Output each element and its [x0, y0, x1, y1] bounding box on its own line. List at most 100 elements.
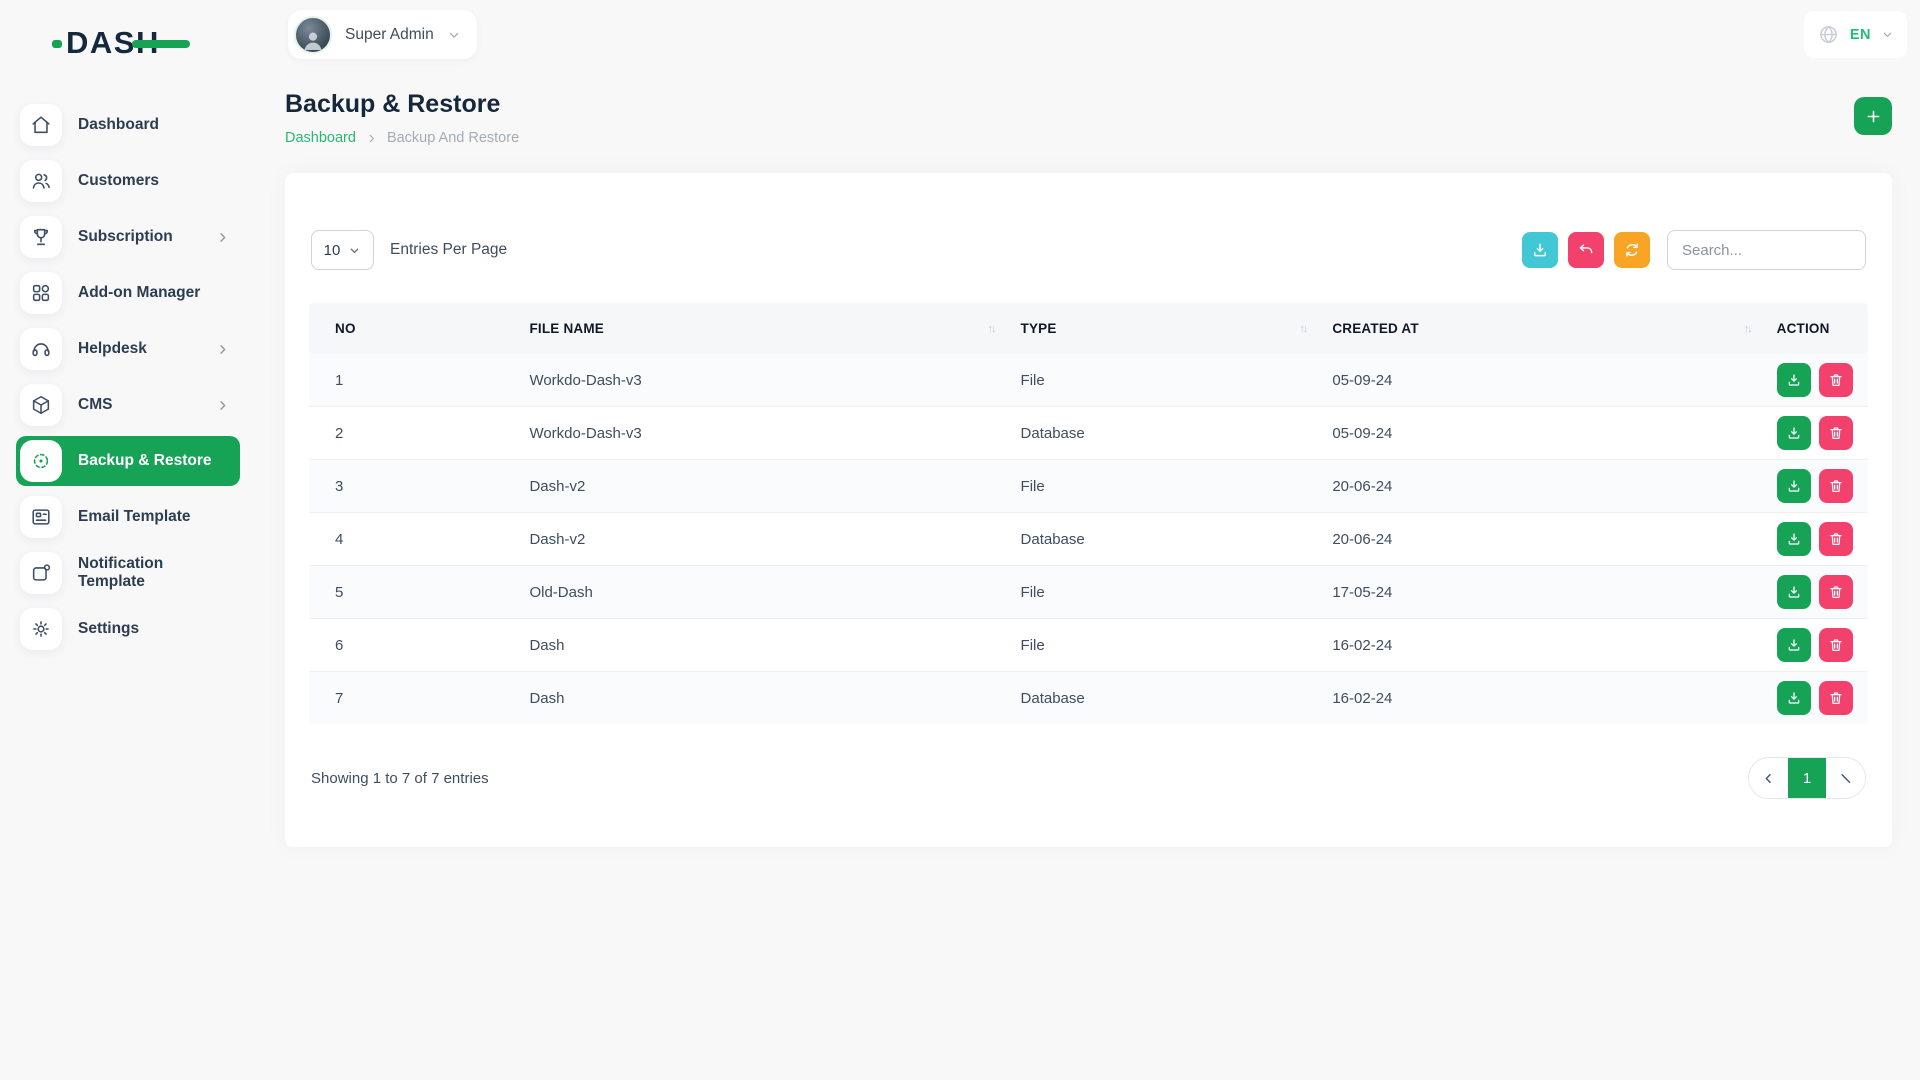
breadcrumb-dashboard-link[interactable]: Dashboard: [285, 130, 356, 146]
row-delete-button[interactable]: [1819, 363, 1853, 397]
language-selector[interactable]: EN: [1804, 11, 1907, 58]
download-icon: [1786, 690, 1802, 706]
app-logo[interactable]: DASH: [66, 26, 206, 60]
download-icon: [1786, 478, 1802, 494]
sidebar-item-label: Helpdesk: [78, 340, 147, 358]
trash-icon: [1828, 637, 1844, 653]
table-row: 6DashFile16-02-24: [309, 619, 1868, 672]
entries-per-page-value: 10: [324, 242, 341, 259]
breadcrumb-current: Backup And Restore: [387, 130, 519, 146]
cell-no: 1: [309, 354, 519, 407]
cell-type: Database: [1011, 407, 1323, 460]
refresh-button[interactable]: [1614, 232, 1650, 268]
grid-icon: [20, 272, 62, 314]
add-backup-button[interactable]: [1854, 97, 1892, 135]
row-download-button[interactable]: [1777, 681, 1811, 715]
sidebar-item-label: Notification Template: [78, 555, 230, 591]
pagination-next-button[interactable]: [1826, 758, 1865, 798]
sidebar-item-email-template[interactable]: Email Template: [16, 492, 240, 542]
sidebar-item-cms[interactable]: CMS: [16, 380, 240, 430]
table-row: 7DashDatabase16-02-24: [309, 672, 1868, 725]
cell-file-name: Workdo-Dash-v3: [519, 354, 1010, 407]
cell-no: 3: [309, 460, 519, 513]
sidebar-item-dashboard[interactable]: Dashboard: [16, 100, 240, 150]
row-download-button[interactable]: [1777, 363, 1811, 397]
sidebar-nav: Dashboard Customers Subscription Add-on Man…: [0, 100, 256, 654]
row-download-button[interactable]: [1777, 522, 1811, 556]
cell-no: 2: [309, 407, 519, 460]
column-header-file-name[interactable]: FILE NAME↑↓: [519, 303, 1010, 354]
download-icon: [1786, 637, 1802, 653]
sidebar-item-customers[interactable]: Customers: [16, 156, 240, 206]
table-row: 1Workdo-Dash-v3File05-09-24: [309, 354, 1868, 407]
download-icon: [1786, 425, 1802, 441]
download-icon: [1786, 531, 1802, 547]
sort-icon[interactable]: ↑↓: [1744, 323, 1751, 335]
chevron-down-icon: [348, 244, 361, 257]
cell-created-at: 05-09-24: [1322, 407, 1766, 460]
breadcrumb: Dashboard Backup And Restore: [285, 130, 519, 146]
row-delete-button[interactable]: [1819, 416, 1853, 450]
backup-table: NOFILE NAME↑↓TYPE↑↓CREATED AT↑↓ACTION 1W…: [309, 303, 1868, 724]
row-download-button[interactable]: [1777, 575, 1811, 609]
trophy-icon: [20, 216, 62, 258]
cell-type: Database: [1011, 513, 1323, 566]
sidebar-item-helpdesk[interactable]: Helpdesk: [16, 324, 240, 374]
sidebar-item-label: Backup & Restore: [78, 452, 212, 470]
cell-no: 7: [309, 672, 519, 725]
sidebar-item-label: Customers: [78, 172, 159, 190]
row-delete-button[interactable]: [1819, 575, 1853, 609]
sidebar-item-notification-template[interactable]: Notification Template: [16, 548, 240, 598]
row-delete-button[interactable]: [1819, 681, 1853, 715]
column-header-action: ACTION: [1767, 303, 1868, 354]
language-code: EN: [1850, 27, 1871, 43]
column-header-type[interactable]: TYPE↑↓: [1011, 303, 1323, 354]
entries-per-page-select[interactable]: 10: [311, 230, 374, 270]
cell-type: File: [1011, 619, 1323, 672]
cell-type: File: [1011, 460, 1323, 513]
backup-icon: [20, 440, 62, 482]
sidebar-item-label: Settings: [78, 620, 139, 638]
headset-icon: [20, 328, 62, 370]
pagination: 1: [1748, 757, 1866, 799]
download-button[interactable]: [1522, 232, 1558, 268]
undo-icon: [1577, 241, 1595, 259]
sort-icon[interactable]: ↑↓: [1299, 323, 1306, 335]
user-menu[interactable]: Super Admin: [288, 10, 477, 59]
cell-no: 5: [309, 566, 519, 619]
topbar: Super Admin EN: [256, 0, 1920, 70]
notification-icon: [20, 552, 62, 594]
search-input[interactable]: [1667, 230, 1866, 270]
sidebar-item-label: Email Template: [78, 508, 191, 526]
undo-button[interactable]: [1568, 232, 1604, 268]
table-row: 3Dash-v2File20-06-24: [309, 460, 1868, 513]
sort-icon[interactable]: ↑↓: [988, 323, 995, 335]
globe-icon: [1817, 23, 1840, 46]
row-download-button[interactable]: [1777, 628, 1811, 662]
row-delete-button[interactable]: [1819, 522, 1853, 556]
page-title: Backup & Restore: [285, 90, 519, 119]
sidebar-item-add-on-manager[interactable]: Add-on Manager: [16, 268, 240, 318]
sidebar-item-label: Add-on Manager: [78, 284, 200, 302]
cell-type: File: [1011, 566, 1323, 619]
download-icon: [1531, 241, 1549, 259]
cell-created-at: 16-02-24: [1322, 672, 1766, 725]
sidebar-item-subscription[interactable]: Subscription: [16, 212, 240, 262]
sidebar-item-settings[interactable]: Settings: [16, 604, 240, 654]
column-header-created-at[interactable]: CREATED AT↑↓: [1322, 303, 1766, 354]
cell-created-at: 05-09-24: [1322, 354, 1766, 407]
pagination-page-1[interactable]: 1: [1788, 758, 1826, 798]
pagination-prev-button[interactable]: [1749, 758, 1788, 798]
cell-file-name: Old-Dash: [519, 566, 1010, 619]
row-delete-button[interactable]: [1819, 469, 1853, 503]
trash-icon: [1828, 478, 1844, 494]
sidebar-item-backup-restore[interactable]: Backup & Restore: [16, 436, 240, 486]
row-download-button[interactable]: [1777, 416, 1811, 450]
avatar: [294, 16, 332, 54]
logo-accent-dot: [52, 40, 62, 48]
row-download-button[interactable]: [1777, 469, 1811, 503]
trash-icon: [1828, 425, 1844, 441]
download-icon: [1786, 584, 1802, 600]
logo-accent-bar: [132, 40, 190, 48]
row-delete-button[interactable]: [1819, 628, 1853, 662]
